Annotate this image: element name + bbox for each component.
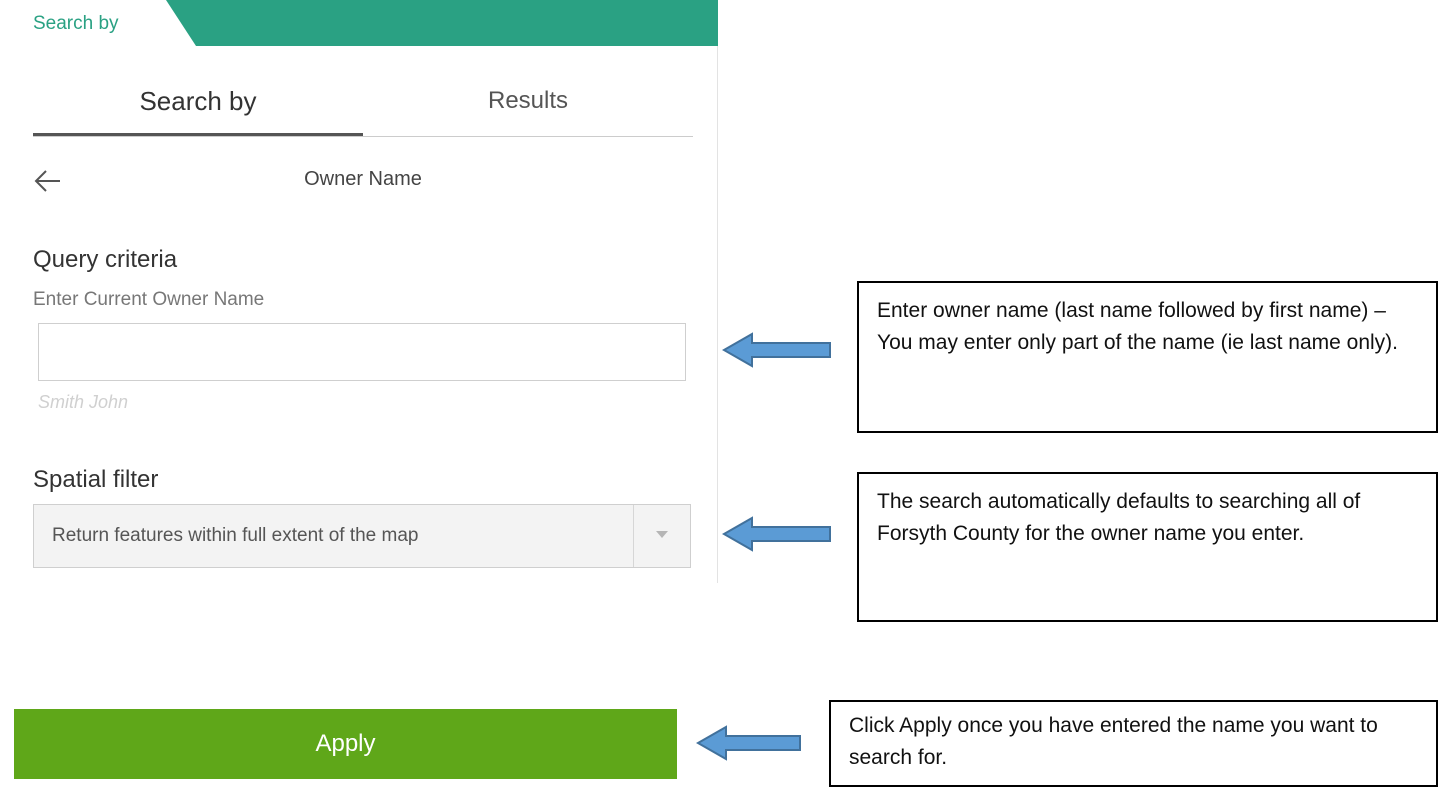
chevron-down-icon [656,531,668,538]
tab-strip: Search by Results [33,56,693,137]
tab-search-by[interactable]: Search by [33,56,363,136]
arrow-left-icon [722,516,831,552]
spatial-filter-heading: Spatial filter [33,466,159,493]
callout-owner-name: Enter owner name (last name followed by … [857,281,1438,433]
owner-name-label: Enter Current Owner Name [33,289,265,310]
query-name-title: Owner Name [304,168,422,190]
dropdown-toggle[interactable] [633,505,690,567]
spatial-filter-select[interactable]: Return features within full extent of th… [33,504,691,568]
search-widget-panel: Search by Search by Results Owner Name Q… [0,0,718,583]
query-subheader: Owner Name [33,158,693,208]
panel-title: Search by [33,13,119,34]
owner-name-hint: Smith John [38,392,129,412]
panel-title-tab: Search by [0,0,196,46]
arrow-left-icon [722,332,831,368]
arrow-left-icon [696,725,801,761]
query-criteria-heading: Query criteria [33,246,178,273]
apply-button[interactable]: Apply [14,709,677,779]
panel-title-bar: Search by [0,0,718,46]
spatial-filter-value: Return features within full extent of th… [52,525,419,546]
callout-spatial-filter: The search automatically defaults to sea… [857,472,1438,622]
callout-apply: Click Apply once you have entered the na… [829,700,1438,787]
owner-name-input[interactable] [38,323,686,381]
tab-results[interactable]: Results [363,56,693,135]
